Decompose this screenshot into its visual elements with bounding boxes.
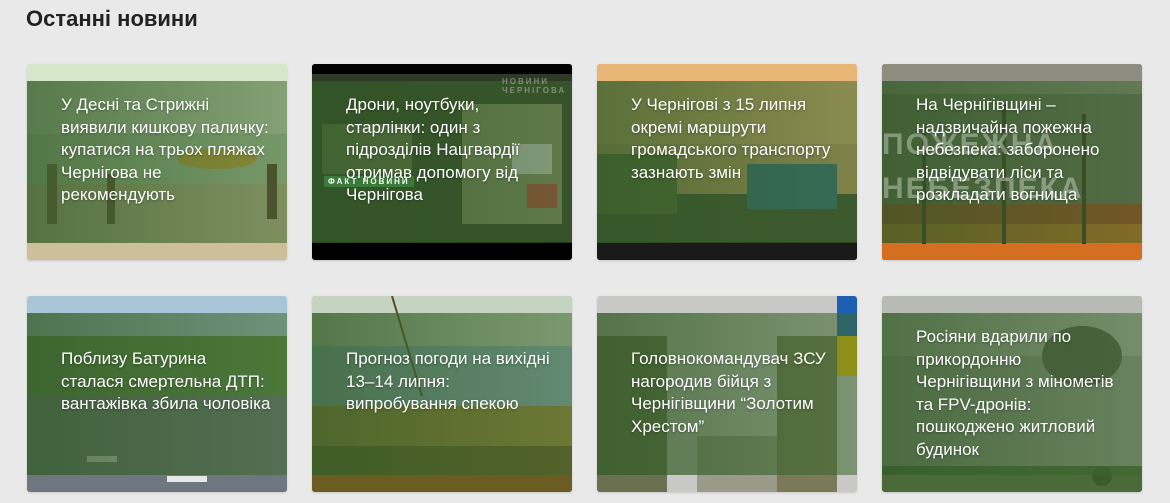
- news-headline[interactable]: Поблизу Батурина сталася смертельна ДТП:…: [61, 348, 271, 416]
- news-card-1[interactable]: У Десні та Стрижні виявили кишкову палич…: [27, 64, 287, 260]
- section-title: Останні новини: [26, 6, 198, 31]
- news-card-8[interactable]: Росіяни вдарили по прикордонню Чернігівщ…: [882, 296, 1142, 492]
- news-card-5[interactable]: Поблизу Батурина сталася смертельна ДТП:…: [27, 296, 287, 492]
- news-headline[interactable]: Головнокомандувач ЗСУ нагородив бійця з …: [631, 348, 841, 438]
- image-watermark: НОВИНИ ЧЕРНІГОВА: [502, 77, 567, 95]
- news-card-2[interactable]: НОВИНИ ЧЕРНІГОВА ФАКТ НОВИНИ Дрони, ноут…: [312, 64, 572, 260]
- news-card-6[interactable]: Прогноз погоди на вихідні 13–14 липня: в…: [312, 296, 572, 492]
- news-headline[interactable]: У Десні та Стрижні виявили кишкову палич…: [61, 94, 271, 207]
- news-headline[interactable]: На Чернігівщині – надзвичайна пожежна не…: [916, 94, 1126, 207]
- news-card-7[interactable]: Головнокомандувач ЗСУ нагородив бійця з …: [597, 296, 857, 492]
- news-headline[interactable]: Росіяни вдарили по прикордонню Чернігівщ…: [916, 326, 1126, 461]
- news-card-4[interactable]: ПОЖЕЖНА НЕБЕЗПЕКА На Чернігівщині – надз…: [882, 64, 1142, 260]
- news-headline[interactable]: У Чернігові з 15 липня окремі маршрути г…: [631, 94, 841, 184]
- news-section: Останні новини У Десні та Стрижні виявил…: [0, 0, 1170, 503]
- news-headline[interactable]: Дрони, ноутбуки, старлінки: один з підро…: [346, 94, 556, 207]
- news-card-3[interactable]: У Чернігові з 15 липня окремі маршрути г…: [597, 64, 857, 260]
- news-headline[interactable]: Прогноз погоди на вихідні 13–14 липня: в…: [346, 348, 556, 416]
